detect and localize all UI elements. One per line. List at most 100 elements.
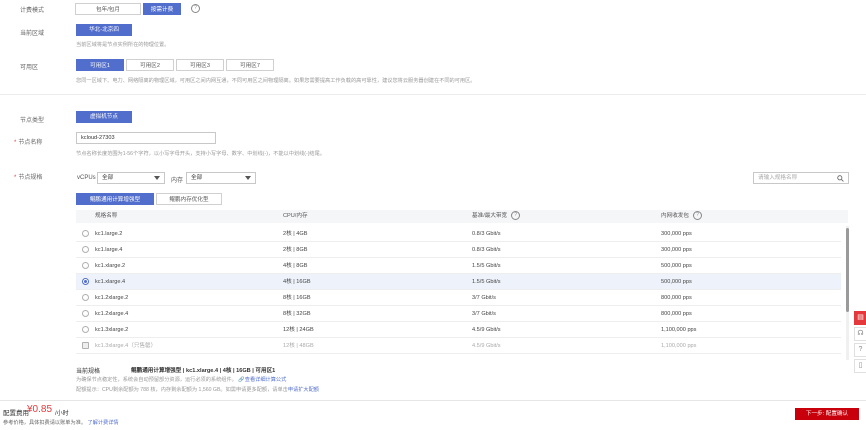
- price-note: 参考价格，具体扣费请以账单为准。 了解计费详情: [3, 420, 119, 426]
- cell-bw: 1.5/5 Gbit/s: [472, 263, 501, 269]
- cell-pps: 1,100,000 pps: [661, 327, 697, 333]
- region-button[interactable]: 华北-北京四: [76, 24, 132, 36]
- az-option-3[interactable]: 可用区3: [176, 59, 224, 71]
- table-row[interactable]: kc1.2xlarge.4 8核 | 32GB 3/7 Gbit/s 800,000 …: [76, 306, 841, 322]
- memory-filter-label: 内存: [171, 178, 184, 184]
- headset-icon[interactable]: ☊: [854, 327, 866, 341]
- tab-kunpeng-memory[interactable]: 鲲鹏内存优化型: [156, 193, 222, 205]
- row-radio[interactable]: [82, 310, 89, 317]
- cell-name: kc1.2xlarge.4: [95, 311, 129, 317]
- section-divider: [0, 94, 866, 95]
- chevron-down-icon: [154, 176, 160, 180]
- row-radio[interactable]: [82, 230, 89, 237]
- az-label: 可用区: [20, 65, 39, 71]
- doc-icon[interactable]: ▯: [854, 359, 866, 373]
- price-unit: /小时: [55, 411, 69, 417]
- cell-name: kc1.large.4: [95, 247, 123, 253]
- quota-increase-link[interactable]: 申请扩大配额: [288, 387, 319, 393]
- cell-pps: 800,000 pps: [661, 311, 692, 317]
- flavor-search-input[interactable]: 请输入规格名称: [753, 172, 849, 184]
- billing-option-pay-per-use[interactable]: 按需计费: [143, 3, 181, 15]
- node-name-input[interactable]: kcloud-27303: [76, 132, 216, 144]
- billing-details-link[interactable]: 了解计费详情: [87, 420, 118, 426]
- quota-hint: 配额提示：CPU剩余配额为 788 核，内存剩余配额为 1,560 GB。如需申…: [76, 387, 319, 393]
- flavor-label: * 节点规格: [14, 175, 43, 181]
- node-type-button[interactable]: 虚拟机节点: [76, 111, 132, 123]
- cell-name: kc1.xlarge.4: [95, 279, 126, 285]
- cell-cpu: 8核 | 16GB: [283, 295, 311, 301]
- vcpu-filter-label: vCPUs: [77, 175, 96, 181]
- current-flavor-hint: 为确保节点稳定性，系统会自动预留部分资源，运行必须的系统组件。 🔗查看详细计算公…: [76, 377, 287, 383]
- cell-pps: 500,000 pps: [661, 279, 692, 285]
- table-row: kc1.3xlarge.4（只售罄） 12核 | 48GB 4.5/9 Gbit/s…: [76, 338, 841, 354]
- table-header: [76, 210, 848, 223]
- cell-pps: 800,000 pps: [661, 295, 692, 301]
- row-radio[interactable]: [82, 326, 89, 333]
- bandwidth-help-icon[interactable]: ?: [511, 211, 521, 221]
- price-label: 配置费用: [3, 410, 29, 417]
- tab-kunpeng-general[interactable]: 鲲鹏通用计算增强型: [76, 193, 154, 205]
- table-row[interactable]: kc1.large.2 2核 | 4GB 0.8/3 Gbit/s 300,000 p…: [76, 226, 841, 242]
- table-row[interactable]: kc1.xlarge.4 4核 | 16GB 1.5/5 Gbit/s 500,000…: [76, 274, 841, 290]
- cell-bw: 0.8/3 Gbit/s: [472, 247, 501, 253]
- row-radio[interactable]: [82, 278, 89, 285]
- cell-bw: 4.5/9 Gbit/s: [472, 343, 501, 349]
- flavor-table: 规格名称 CPU/内存 基准/最大带宽? 内网收发包? kc1.large.2 2…: [76, 210, 849, 360]
- chat-icon[interactable]: ▤: [854, 311, 866, 325]
- table-row[interactable]: kc1.3xlarge.2 12核 | 24GB 4.5/9 Gbit/s 1,100…: [76, 322, 841, 338]
- footer-divider: [0, 400, 866, 401]
- disabled-checkbox-icon: [82, 342, 89, 349]
- calc-formula-link[interactable]: 查看详细计算公式: [245, 377, 287, 383]
- cell-bw: 3/7 Gbit/s: [472, 311, 496, 317]
- table-row[interactable]: kc1.xlarge.2 4核 | 8GB 1.5/5 Gbit/s 500,000 …: [76, 258, 841, 274]
- current-flavor-label: 当前规格: [76, 369, 101, 375]
- cell-cpu: 12核 | 24GB: [283, 327, 314, 333]
- vcpu-select[interactable]: 全部: [97, 172, 165, 184]
- current-flavor-value: 鲲鹏通用计算增强型 | kc1.xlarge.4 | 4核 | 16GB | 可…: [131, 368, 276, 374]
- node-name-label: * 节点名称: [14, 140, 43, 146]
- help-icon[interactable]: ?: [854, 343, 866, 357]
- cell-bw: 3/7 Gbit/s: [472, 295, 496, 301]
- node-type-label: 节点类型: [20, 118, 45, 124]
- cell-pps: 1,100,000 pps: [661, 343, 697, 349]
- table-body: kc1.large.2 2核 | 4GB 0.8/3 Gbit/s 300,000 p…: [76, 226, 841, 360]
- table-row[interactable]: kc1.2xlarge.2 8核 | 16GB 3/7 Gbit/s 800,000 …: [76, 290, 841, 306]
- cell-name: kc1.xlarge.2: [95, 263, 126, 269]
- table-row[interactable]: kc1.large.4 2核 | 8GB 0.8/3 Gbit/s 300,000 p…: [76, 242, 841, 258]
- row-radio[interactable]: [82, 294, 89, 301]
- billing-label: 计费模式: [20, 8, 45, 14]
- billing-help-icon[interactable]: ?: [191, 4, 200, 13]
- cell-name: kc1.2xlarge.2: [95, 295, 129, 301]
- az-hint: 您同一区域下、电力、网络隔离的物理区域，可用区之间内网互通，不同可用区之间物理隔…: [76, 78, 476, 84]
- cell-bw: 4.5/9 Gbit/s: [472, 327, 501, 333]
- cell-pps: 300,000 pps: [661, 247, 692, 253]
- region-hint: 当前区域将是节点实例所在的物理位置。: [76, 42, 170, 48]
- az-option-2[interactable]: 可用区2: [126, 59, 174, 71]
- row-radio[interactable]: [82, 262, 89, 269]
- chevron-down-icon: [245, 176, 251, 180]
- row-radio[interactable]: [82, 246, 89, 253]
- memory-select[interactable]: 全部: [186, 172, 256, 184]
- cell-pps: 300,000 pps: [661, 231, 692, 237]
- cell-name: kc1.3xlarge.2: [95, 327, 129, 333]
- cell-name: kc1.3xlarge.4（只售罄）: [95, 343, 157, 349]
- region-label: 当前区域: [20, 31, 45, 37]
- search-icon[interactable]: [837, 175, 844, 182]
- az-option-1[interactable]: 可用区1: [76, 59, 124, 71]
- cell-cpu: 2核 | 8GB: [283, 247, 308, 253]
- table-scrollbar-thumb[interactable]: [846, 228, 849, 312]
- billing-option-monthly[interactable]: 包年/包月: [75, 3, 141, 15]
- cell-cpu: 4核 | 8GB: [283, 263, 308, 269]
- pps-help-icon[interactable]: ?: [692, 211, 702, 221]
- cell-pps: 500,000 pps: [661, 263, 692, 269]
- cell-bw: 0.8/3 Gbit/s: [472, 231, 501, 237]
- cell-name: kc1.large.2: [95, 231, 123, 237]
- next-step-button[interactable]: 下一步: 配置确认: [795, 408, 859, 420]
- az-option-7[interactable]: 可用区7: [226, 59, 274, 71]
- cell-cpu: 2核 | 4GB: [283, 231, 308, 237]
- cell-cpu: 12核 | 48GB: [283, 343, 314, 349]
- column-header-bandwidth: 基准/最大带宽?: [472, 210, 521, 223]
- column-header-cpu: CPU/内存: [283, 213, 308, 219]
- cell-cpu: 4核 | 16GB: [283, 279, 311, 285]
- cell-cpu: 8核 | 32GB: [283, 311, 311, 317]
